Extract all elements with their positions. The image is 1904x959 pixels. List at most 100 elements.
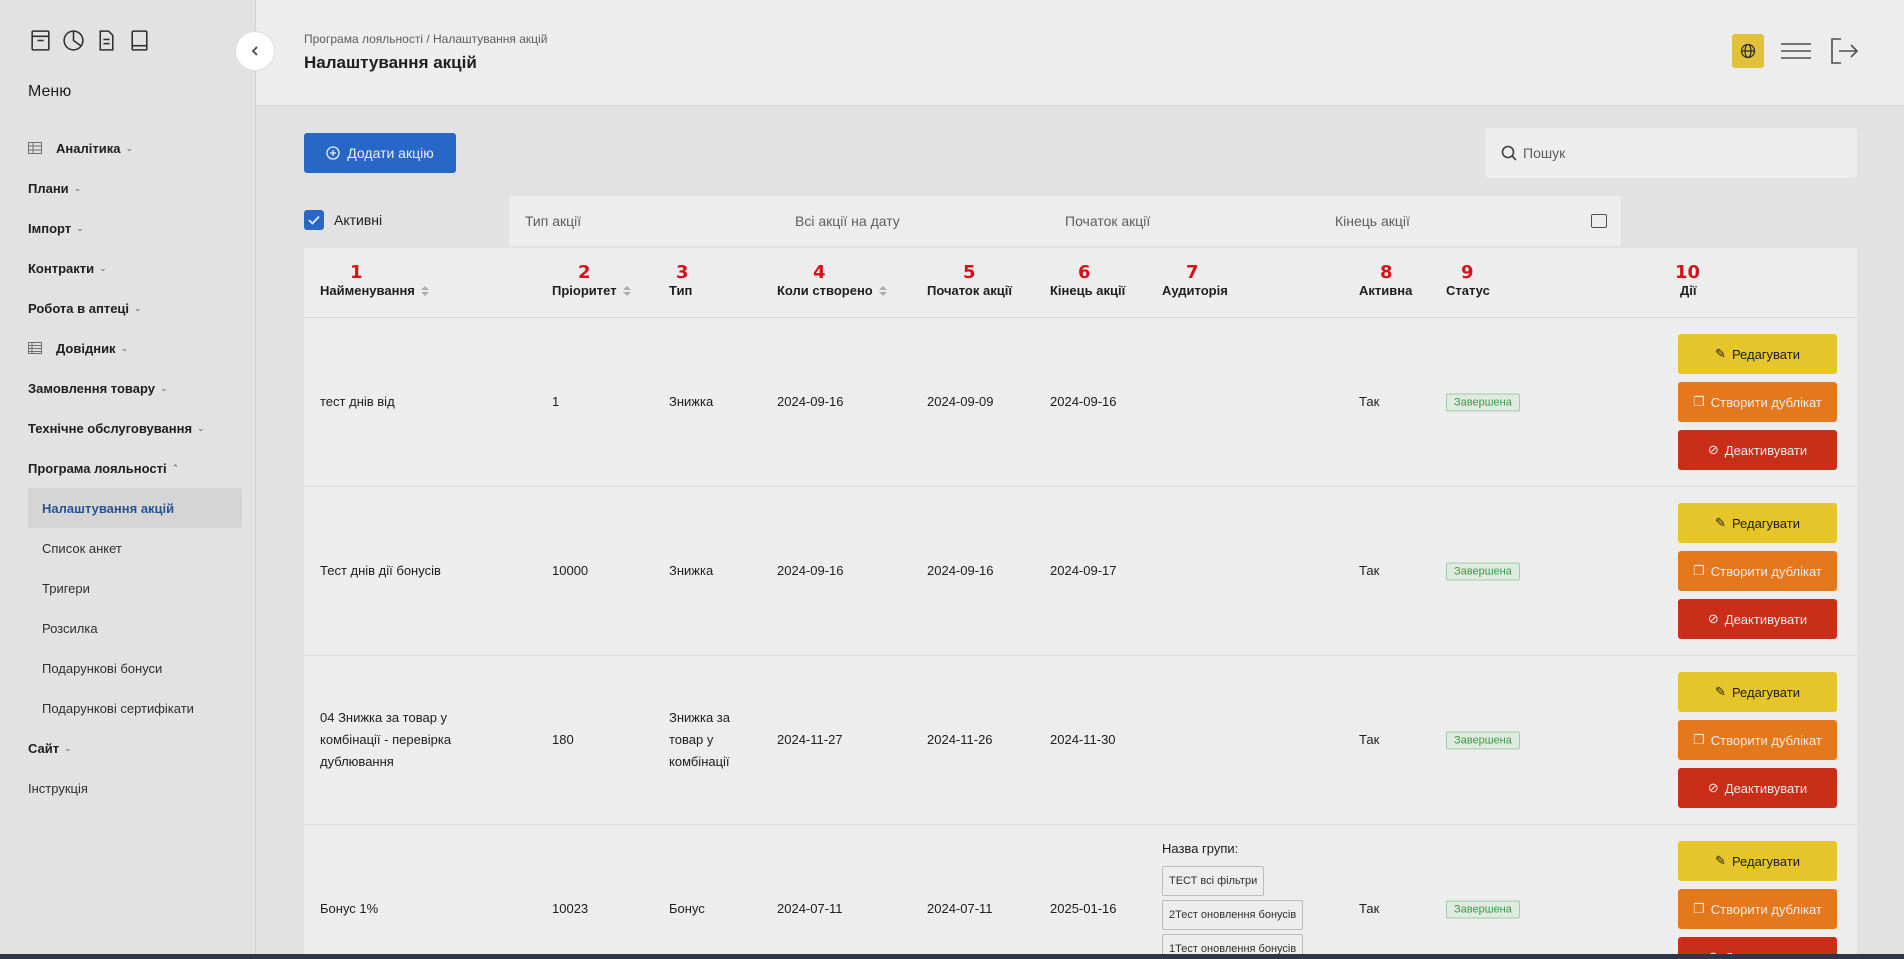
sidebar-subitem-surveys[interactable]: Список анкет — [28, 528, 242, 568]
promo-type-select[interactable]: Тип акції — [509, 196, 811, 246]
sidebar-item-reference[interactable]: Довідник ⌄ — [28, 328, 242, 368]
sidebar-item-orders[interactable]: Замовлення товару ⌄ — [28, 368, 242, 408]
column-number: 10 — [1675, 262, 1701, 283]
sidebar-item-loyalty[interactable]: Програма лояльності ⌃ — [28, 448, 242, 488]
chevron-down-icon: ⌄ — [76, 222, 84, 233]
deactivate-button[interactable]: ⊘ Деактивувати — [1678, 430, 1837, 470]
duplicate-button[interactable]: ❐ Створити дублікат — [1678, 382, 1837, 422]
cell-name: Тест днів дії бонусів — [320, 563, 441, 578]
copy-icon: ❐ — [1693, 901, 1705, 916]
sidebar-subitem-label: Список анкет — [42, 540, 122, 556]
cell-priority: 10000 — [552, 563, 589, 578]
cell-start: 2024-09-16 — [927, 563, 994, 578]
sidebar-item-contracts[interactable]: Контракти ⌄ — [28, 248, 242, 288]
deactivate-button[interactable]: ⊘Деактивувати — [1678, 599, 1837, 639]
language-button[interactable] — [1732, 34, 1764, 68]
pie-chart-icon[interactable] — [61, 28, 86, 53]
date-filter-field[interactable]: Всі акції на дату — [779, 196, 1081, 246]
sidebar-collapse-button[interactable] — [235, 31, 275, 71]
copy-icon: ❐ — [1693, 563, 1705, 578]
sidebar-item-label: Технічне обслуговування — [28, 420, 193, 436]
cell-start: 2024-07-11 — [927, 901, 993, 916]
edit-button[interactable]: ✎ Редагувати — [1678, 334, 1837, 374]
document-icon[interactable] — [94, 28, 119, 53]
duplicate-button[interactable]: ❐ Створити дублікат — [1678, 551, 1837, 591]
column-header-end: 6 Кінець акції — [1050, 262, 1126, 298]
cell-start: 2024-09-09 — [927, 394, 994, 409]
cell-audience: Назва групи: ТЕСТ всі фільтри 2Тест онов… — [1162, 838, 1304, 954]
checkbox-checked-icon[interactable] — [304, 210, 324, 230]
edit-button[interactable]: ✎ Редагувати — [1678, 672, 1837, 712]
column-number: 5 — [963, 262, 976, 283]
sidebar-subitem-gift-certificates[interactable]: Подарункові сертифікати — [28, 688, 242, 728]
column-label: Тип — [669, 283, 693, 298]
cell-created: 2024-11-27 — [777, 732, 843, 747]
column-header-start: 5 Початок акції — [927, 262, 1012, 298]
chevron-down-icon: ⌄ — [73, 182, 82, 193]
sidebar-item-label: Замовлення товару — [28, 380, 155, 396]
active-filter-checkbox[interactable]: Активні — [304, 210, 382, 230]
pencil-icon: ✎ — [1715, 515, 1726, 530]
page-header: Програма лояльності / Налаштування акцій… — [256, 0, 1904, 106]
sidebar-item-label: Сайт — [28, 740, 60, 756]
taskbar-strip — [0, 954, 1904, 959]
globe-icon — [1740, 43, 1756, 59]
search-icon — [1501, 145, 1517, 161]
ban-icon: ⊘ — [1707, 442, 1719, 457]
archive-icon[interactable] — [28, 28, 53, 53]
status-badge: Завершена — [1446, 731, 1520, 750]
sidebar-item-site[interactable]: Сайт ⌄ — [28, 728, 242, 768]
column-header-priority[interactable]: 2 Пріоритет — [552, 262, 631, 298]
edit-button[interactable]: ✎ Редагувати — [1678, 503, 1837, 543]
start-date-field[interactable]: Початок акції — [1049, 196, 1351, 246]
book-icon[interactable] — [127, 28, 152, 53]
sort-icon[interactable] — [878, 285, 887, 296]
column-number: 9 — [1461, 262, 1474, 283]
sidebar-subitem-promo-settings[interactable]: Налаштування акцій — [28, 488, 242, 528]
sidebar-item-maintenance[interactable]: Технічне обслуговування ⌄ — [28, 408, 242, 448]
cell-active: Так — [1359, 563, 1380, 578]
filters-bar: Активні Тип акції Всі акції на дату Поча… — [304, 196, 1857, 246]
row-actions: ✎ Редагувати ❐ Створити дублікат ⊘ Деактиву… — [1678, 672, 1837, 808]
column-number: 3 — [676, 262, 689, 283]
column-label: Статус — [1446, 283, 1490, 298]
sidebar-item-plans[interactable]: Плани ⌄ — [28, 168, 242, 208]
deactivate-label: Деактивувати — [1724, 442, 1808, 458]
edit-button[interactable]: ✎ Редагувати — [1678, 841, 1837, 881]
chevron-down-icon: ⌄ — [134, 302, 142, 313]
add-promo-button[interactable]: Додати акцію — [304, 133, 456, 173]
sidebar-subitem-triggers[interactable]: Тригери — [28, 568, 242, 608]
column-header-name[interactable]: 1 Найменування — [320, 262, 429, 298]
audience-label: Назва групи: — [1162, 841, 1239, 857]
duplicate-button[interactable]: ❐ Створити дублікат — [1678, 720, 1837, 760]
sidebar-item-pharmacy-work[interactable]: Робота в аптеці ⌄ — [28, 288, 242, 328]
logout-button[interactable] — [1828, 35, 1860, 67]
sidebar-item-instructions[interactable]: Інструкція — [28, 768, 242, 808]
cell-name: Бонус 1% — [320, 901, 379, 916]
promo-type-placeholder: Тип акції — [525, 213, 582, 229]
search-input[interactable] — [1523, 145, 1843, 161]
column-label: Кінець акції — [1050, 283, 1126, 298]
sidebar-item-import[interactable]: Імпорт ⌄ — [28, 208, 242, 248]
hamburger-menu-button[interactable] — [1780, 35, 1812, 67]
sort-icon[interactable] — [622, 285, 631, 296]
end-date-field[interactable]: Кінець акції — [1319, 196, 1621, 246]
cell-end: 2024-11-30 — [1050, 732, 1116, 747]
chevron-down-icon: ⌄ — [160, 382, 168, 393]
deactivate-button[interactable]: ⊘Деактивувати — [1678, 937, 1837, 954]
cell-name: 04 Знижка за товар у комбінації - переві… — [320, 710, 452, 769]
logout-icon — [1831, 38, 1859, 64]
duplicate-button[interactable]: ❐ Створити дублікат — [1678, 889, 1837, 929]
sort-icon[interactable] — [420, 285, 429, 296]
chevron-down-icon: ⌄ — [197, 422, 205, 433]
sidebar-subitem-gift-bonuses[interactable]: Подарункові бонуси — [28, 648, 242, 688]
cell-end: 2024-09-16 — [1050, 394, 1117, 409]
sidebar-item-label: Плани — [28, 180, 69, 196]
menu-icon — [1781, 43, 1811, 59]
deactivate-button[interactable]: ⊘Деактивувати — [1678, 768, 1837, 808]
sidebar-item-analytics[interactable]: Аналітика ⌄ — [28, 128, 242, 168]
column-header-created[interactable]: 4 Коли створено — [777, 262, 887, 298]
duplicate-label: Створити дублікат — [1710, 394, 1822, 410]
breadcrumb[interactable]: Програма лояльності / Налаштування акцій — [304, 32, 547, 46]
sidebar-subitem-mailing[interactable]: Розсилка — [28, 608, 242, 648]
